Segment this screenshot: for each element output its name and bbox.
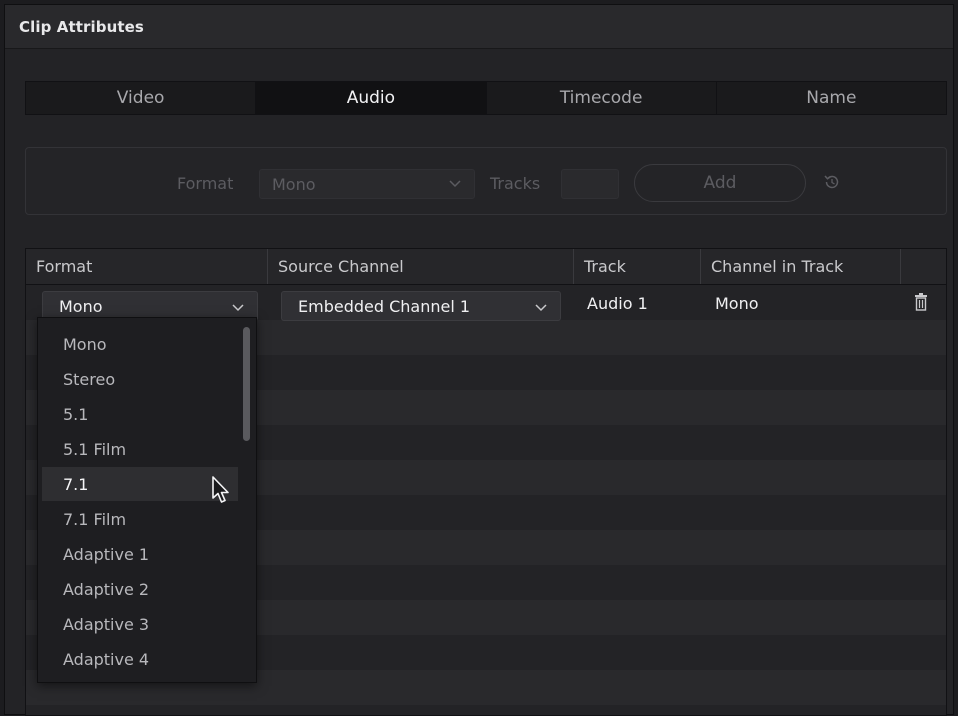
header-format[interactable]: Format	[26, 249, 268, 284]
title-bar: Clip Attributes	[5, 5, 953, 49]
dropdown-option[interactable]: Stereo	[42, 362, 238, 396]
tab-video[interactable]: Video	[26, 82, 257, 114]
dropdown-option[interactable]: Adaptive 1	[42, 537, 238, 571]
dropdown-option[interactable]: Adaptive 4	[42, 642, 238, 676]
dropdown-option[interactable]: Adaptive 2	[42, 572, 238, 606]
chevron-down-icon	[232, 304, 244, 312]
reset-icon[interactable]	[822, 172, 842, 192]
dropdown-scrollbar[interactable]	[243, 327, 250, 441]
add-button[interactable]: Add	[634, 164, 806, 202]
add-track-panel: Format Mono Tracks Add	[25, 147, 947, 215]
format-label: Format	[177, 174, 234, 193]
add-format-select[interactable]: Mono	[259, 169, 475, 199]
header-track[interactable]: Track	[574, 249, 701, 284]
chevron-down-icon	[535, 304, 547, 312]
mouse-pointer-icon	[212, 476, 229, 503]
row-track-value: Audio 1	[587, 294, 648, 313]
window-title: Clip Attributes	[19, 18, 144, 36]
dropdown-option[interactable]: 7.1 Film	[42, 502, 238, 536]
dropdown-option-hovered[interactable]: 7.1	[42, 467, 238, 501]
tab-timecode[interactable]: Timecode	[487, 82, 717, 114]
row-source-channel-value: Embedded Channel 1	[298, 297, 471, 316]
table-header: Format Source Channel Track Channel in T…	[26, 249, 946, 285]
dropdown-option[interactable]: 5.1 Film	[42, 432, 238, 466]
row-format-value: Mono	[59, 297, 103, 316]
row-channel-in-track-value: Mono	[715, 294, 759, 313]
tab-name[interactable]: Name	[717, 82, 946, 114]
chevron-down-icon	[449, 180, 461, 188]
tracks-input[interactable]	[561, 169, 619, 199]
header-channel-in-track[interactable]: Channel in Track	[701, 249, 901, 284]
dropdown-option[interactable]: 5.1	[42, 397, 238, 431]
header-source-channel[interactable]: Source Channel	[268, 249, 574, 284]
attribute-tabs: Video Audio Timecode Name	[25, 81, 947, 115]
tab-audio[interactable]: Audio	[256, 82, 487, 114]
dropdown-option[interactable]: Mono	[42, 327, 238, 361]
dropdown-option[interactable]: Adaptive 3	[42, 607, 238, 641]
tracks-label: Tracks	[490, 174, 541, 193]
row-source-channel-select[interactable]: Embedded Channel 1	[281, 291, 561, 321]
add-format-value: Mono	[272, 175, 316, 194]
trash-icon[interactable]	[914, 293, 928, 311]
